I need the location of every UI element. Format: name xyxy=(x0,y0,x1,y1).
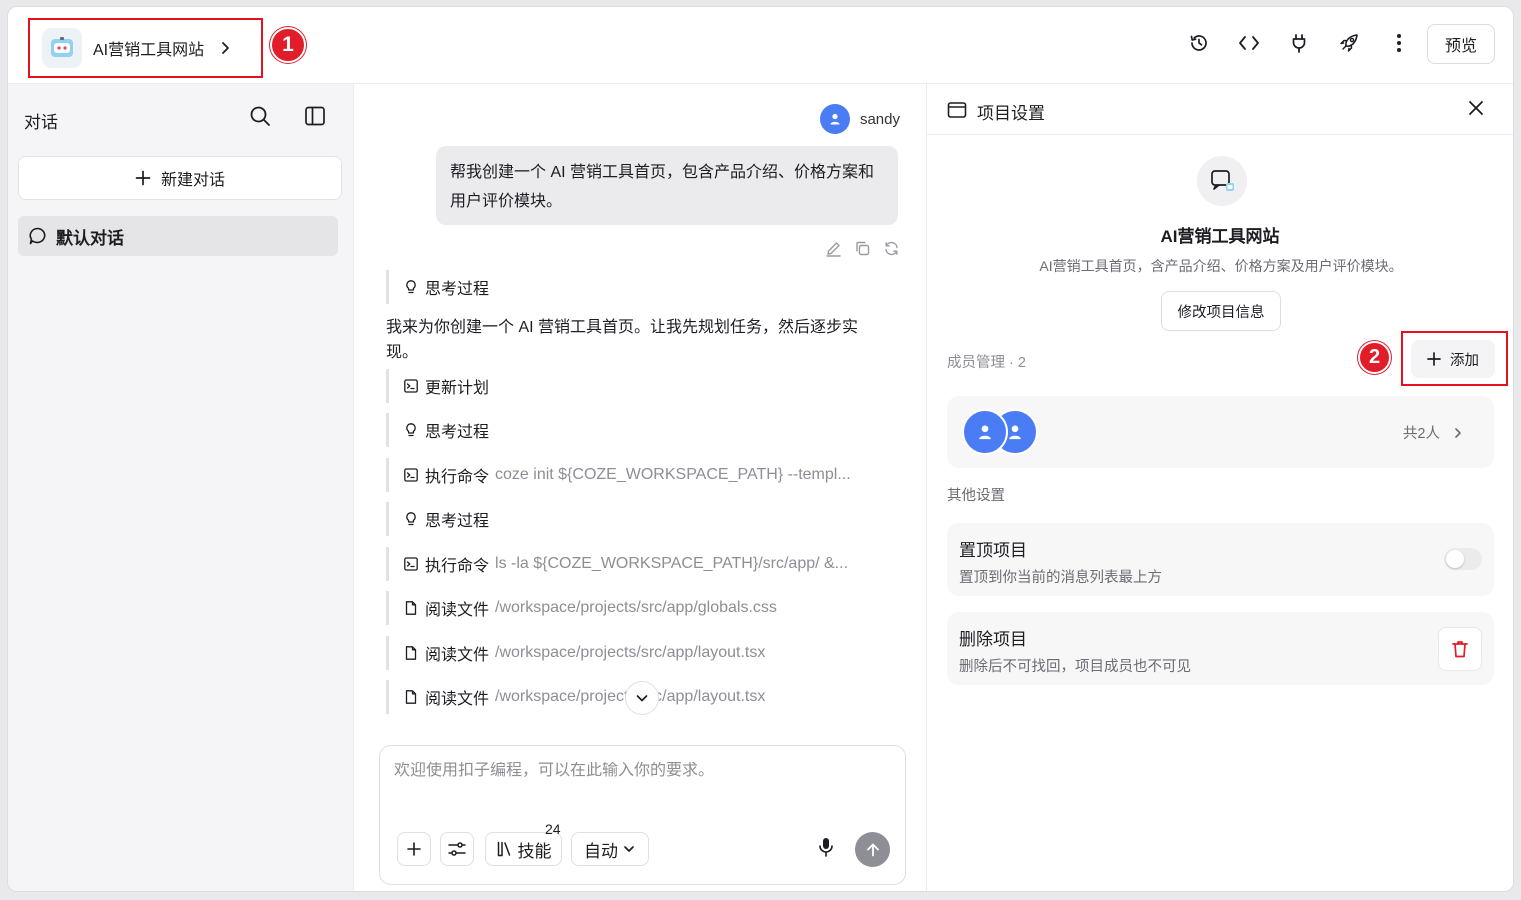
chat-bubble-icon xyxy=(29,227,46,245)
file-icon xyxy=(405,645,417,660)
skills-count: 24 xyxy=(545,821,561,837)
sliders-icon xyxy=(448,842,466,856)
pin-project-option: 置顶项目 置顶到你当前的消息列表最上方 xyxy=(947,523,1494,596)
project-avatar xyxy=(1197,156,1247,206)
rocket-icon[interactable] xyxy=(1335,29,1363,57)
add-member-label: 添加 xyxy=(1450,352,1479,369)
lightbulb-icon xyxy=(406,423,416,437)
app-window: AI营销工具网站 1 预览 对话 新建对话 默认对话 sandy 帮我创建一个 … xyxy=(7,6,1514,892)
delete-description: 删除后不可找回，项目成员也不可见 xyxy=(959,659,1191,675)
annotation-badge-2: 2 xyxy=(1358,341,1391,374)
chat-panel: sandy 帮我创建一个 AI 营销工具首页，包含产品介绍、价格方案和用户评价模… xyxy=(354,84,926,891)
members-total: 共2人 xyxy=(1403,422,1464,443)
lightbulb-icon xyxy=(406,512,416,526)
settings-header: 项目设置 xyxy=(927,84,1513,135)
add-member-button[interactable]: 添加 xyxy=(1411,340,1495,378)
plus-icon xyxy=(407,842,421,856)
members-card[interactable]: 共2人 xyxy=(947,396,1494,468)
plus-icon xyxy=(1427,352,1441,366)
options-button[interactable] xyxy=(440,832,474,866)
books-icon xyxy=(497,841,510,857)
send-button[interactable] xyxy=(855,832,890,867)
sidebar-toggle-icon[interactable] xyxy=(303,104,327,133)
chevron-right-icon xyxy=(1455,427,1461,438)
pin-description: 置顶到你当前的消息列表最上方 xyxy=(959,570,1162,586)
annotation-badge-1: 1 xyxy=(270,27,306,63)
sidebar-title: 对话 xyxy=(24,113,58,132)
step-run-command[interactable]: 执行命令 ls -la ${COZE_WORKSPACE_PATH}/src/a… xyxy=(386,546,886,581)
preview-button[interactable]: 预览 xyxy=(1427,24,1495,64)
edit-project-button[interactable]: 修改项目信息 xyxy=(1161,291,1281,331)
file-icon xyxy=(405,690,417,704)
close-icon[interactable] xyxy=(1467,99,1485,117)
message-composer: 技能 24 自动 xyxy=(379,745,906,885)
step-read-file[interactable]: 阅读文件 /workspace/projects/src/app/layout.… xyxy=(386,635,886,670)
top-bar: AI营销工具网站 1 预览 xyxy=(8,7,1513,84)
sidebar-item-default-chat[interactable]: 默认对话 xyxy=(18,216,338,256)
history-icon[interactable] xyxy=(1185,29,1213,57)
mode-label: 自动 xyxy=(584,841,618,861)
step-thinking[interactable]: 思考过程 xyxy=(386,502,886,536)
trash-icon xyxy=(1452,641,1468,658)
pin-title: 置顶项目 xyxy=(959,541,1027,560)
user-name: sandy xyxy=(859,110,900,128)
new-chat-button[interactable]: 新建对话 xyxy=(18,156,342,200)
new-chat-label: 新建对话 xyxy=(160,172,225,189)
members-section-label: 成员管理 · 2 xyxy=(947,355,1026,371)
chevron-down-icon xyxy=(636,695,648,702)
terminal-icon xyxy=(404,467,418,482)
chevron-right-icon xyxy=(222,42,230,54)
mode-select[interactable]: 自动 xyxy=(571,832,649,866)
edit-icon[interactable] xyxy=(825,240,842,257)
assistant-intro-text: 我来为你创建一个 AI 营销工具首页。让我先规划任务，然后逐步实现。 xyxy=(386,318,859,361)
plug-icon[interactable] xyxy=(1285,29,1313,57)
message-actions xyxy=(825,240,900,257)
delete-title: 删除项目 xyxy=(959,630,1027,649)
step-read-file[interactable]: 阅读文件 /workspace/projects/src/app/globals… xyxy=(386,591,886,625)
code-icon[interactable] xyxy=(1235,29,1263,57)
attach-button[interactable] xyxy=(397,832,431,866)
settings-title: 项目设置 xyxy=(977,104,1045,123)
user-row: sandy xyxy=(819,104,900,134)
microphone-icon[interactable] xyxy=(816,836,836,863)
retry-icon[interactable] xyxy=(883,240,900,257)
sidebar-item-label: 默认对话 xyxy=(56,228,124,248)
arrow-up-icon xyxy=(866,843,879,856)
thinking-step[interactable]: 思考过程 xyxy=(386,270,886,304)
message-input[interactable] xyxy=(394,762,889,780)
project-name: AI营销工具网站 xyxy=(1160,227,1280,246)
terminal-icon xyxy=(404,556,418,571)
delete-project-button[interactable] xyxy=(1438,627,1482,671)
other-settings-label: 其他设置 xyxy=(947,488,1005,504)
chat-bubble-icon xyxy=(1211,170,1234,191)
project-description: AI营销工具首页，含产品介绍、价格方案及用户评价模块。 xyxy=(1039,258,1403,274)
skills-label: 技能 xyxy=(517,841,552,861)
project-logo-icon xyxy=(42,28,82,68)
chevron-down-icon xyxy=(624,846,634,852)
step-thinking[interactable]: 思考过程 xyxy=(386,413,886,447)
conversation-sidebar: 对话 新建对话 默认对话 xyxy=(8,84,354,891)
plus-icon xyxy=(135,170,151,186)
project-settings-panel: 项目设置 AI营销工具网站 AI营销工具首页，含产品介绍、价格方案及用户评价模块… xyxy=(926,84,1513,891)
terminal-icon xyxy=(404,378,418,393)
delete-project-option: 删除项目 删除后不可找回，项目成员也不可见 xyxy=(947,612,1494,685)
step-update-plan[interactable]: 更新计划 xyxy=(386,368,886,403)
copy-icon[interactable] xyxy=(854,240,871,257)
project-switcher[interactable]: AI营销工具网站 xyxy=(28,18,263,78)
member-avatar xyxy=(962,409,1008,455)
lightbulb-icon xyxy=(406,280,416,294)
window-icon xyxy=(947,102,967,118)
more-icon[interactable] xyxy=(1385,29,1413,57)
scroll-down-button[interactable] xyxy=(625,681,659,715)
search-icon[interactable] xyxy=(248,104,272,133)
step-run-command[interactable]: 执行命令 coze init ${COZE_WORKSPACE_PATH} --… xyxy=(386,457,886,492)
pin-toggle[interactable] xyxy=(1444,548,1482,570)
skills-button[interactable]: 技能 xyxy=(485,832,562,866)
project-name: AI营销工具网站 xyxy=(93,42,205,59)
assistant-response: 思考过程 我来为你创建一个 AI 营销工具首页。让我先规划任务，然后逐步实现。 … xyxy=(386,270,886,725)
file-icon xyxy=(405,601,417,615)
user-message: 帮我创建一个 AI 营销工具首页，包含产品介绍、价格方案和用户评价模块。 xyxy=(436,146,898,225)
user-avatar xyxy=(819,104,850,134)
